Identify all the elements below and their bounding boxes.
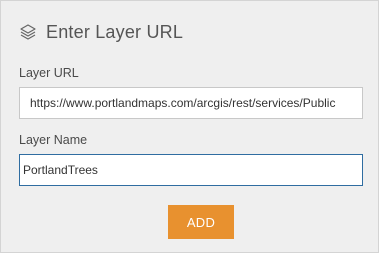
layers-icon (19, 23, 37, 41)
panel-header: Enter Layer URL (19, 21, 183, 43)
add-layer-url-panel: Enter Layer URL Layer URL Layer Name ADD (0, 0, 379, 253)
add-button[interactable]: ADD (168, 205, 234, 239)
layer-url-label: Layer URL (19, 66, 79, 80)
layer-name-input[interactable] (19, 154, 363, 186)
layer-url-input[interactable] (19, 87, 363, 119)
panel-title: Enter Layer URL (46, 21, 184, 42)
layer-name-label: Layer Name (19, 133, 88, 147)
